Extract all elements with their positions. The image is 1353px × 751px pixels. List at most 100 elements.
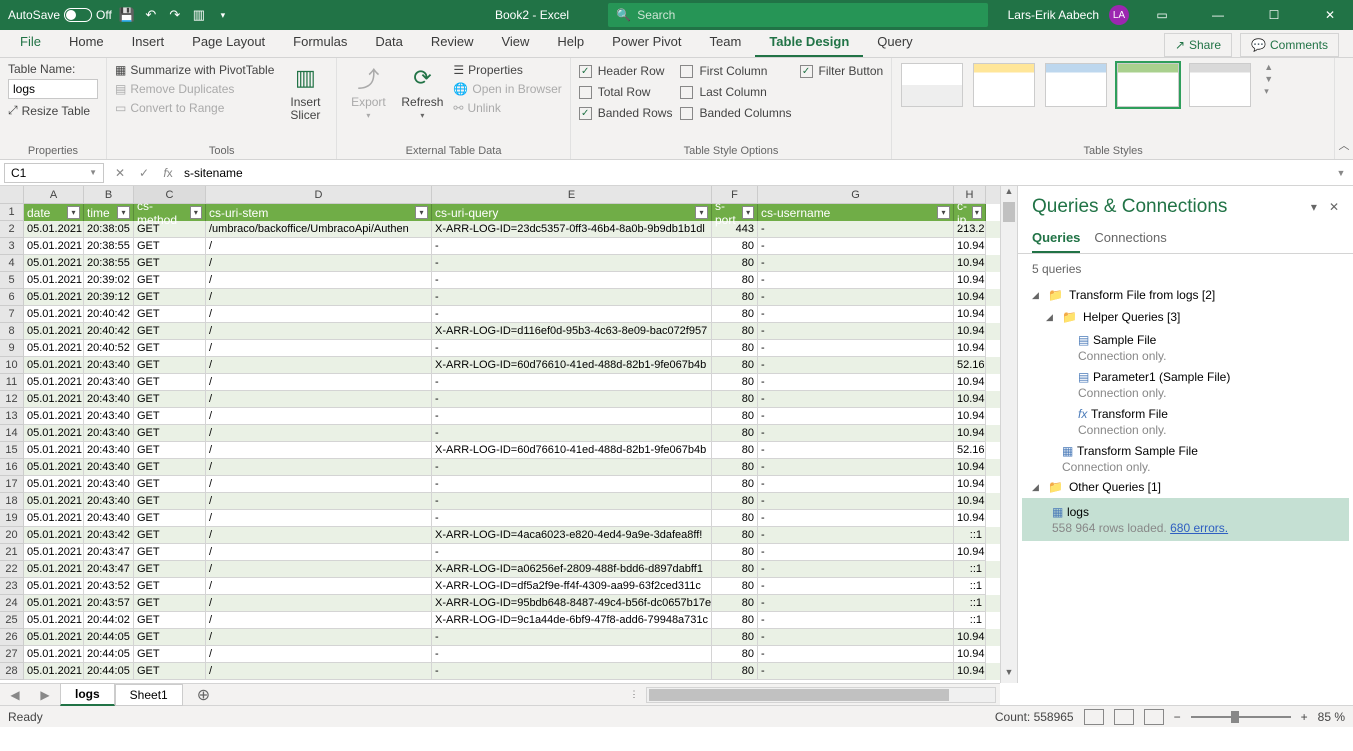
row-header[interactable]: 21	[0, 544, 24, 561]
cell[interactable]: 10.94	[954, 544, 986, 561]
cell[interactable]: 20:43:40	[84, 408, 134, 425]
cell[interactable]: -	[758, 459, 954, 476]
cell[interactable]: GET	[134, 493, 206, 510]
cell[interactable]: 05.01.2021	[24, 255, 84, 272]
cell[interactable]: -	[758, 340, 954, 357]
filter-icon[interactable]: ▾	[415, 206, 428, 219]
cell[interactable]: 80	[712, 663, 758, 680]
cell[interactable]: GET	[134, 629, 206, 646]
cell[interactable]: 10.94	[954, 323, 986, 340]
cell[interactable]: 20:43:40	[84, 476, 134, 493]
cell[interactable]: -	[758, 425, 954, 442]
cell[interactable]: -	[432, 391, 712, 408]
ribbon-tab-team[interactable]: Team	[696, 28, 756, 57]
cell[interactable]: 05.01.2021	[24, 544, 84, 561]
vertical-scrollbar[interactable]: ▲▼	[1000, 186, 1017, 683]
resize-table-button[interactable]: ⤢Resize Table	[8, 102, 98, 119]
cell[interactable]: -	[758, 544, 954, 561]
cell[interactable]: /	[206, 646, 432, 663]
ribbon-tab-query[interactable]: Query	[863, 28, 926, 57]
table-row[interactable]: 305.01.202120:38:55GET/-80-10.94	[0, 238, 1000, 255]
first-column-checkbox[interactable]: First Column	[680, 62, 791, 80]
cell[interactable]: 10.94	[954, 408, 986, 425]
cell[interactable]: 20:43:40	[84, 442, 134, 459]
filter-icon[interactable]: ▾	[117, 206, 130, 219]
ribbon-tab-table-design[interactable]: Table Design	[755, 28, 863, 57]
cell[interactable]: /	[206, 527, 432, 544]
filter-icon[interactable]: ▾	[67, 206, 80, 219]
cell[interactable]: 20:40:42	[84, 306, 134, 323]
cell[interactable]: -	[758, 578, 954, 595]
cell[interactable]: 05.01.2021	[24, 510, 84, 527]
row-header[interactable]: 14	[0, 425, 24, 442]
style-scroll-down-icon[interactable]: ▼	[1264, 74, 1273, 84]
page-break-view-icon[interactable]	[1144, 709, 1164, 725]
user-name[interactable]: Lars-Erik Aabech	[1008, 8, 1099, 22]
row-header[interactable]: 4	[0, 255, 24, 272]
table-row[interactable]: 1105.01.202120:43:40GET/-80-10.94	[0, 374, 1000, 391]
table-row[interactable]: 2105.01.202120:43:47GET/-80-10.94	[0, 544, 1000, 561]
cell[interactable]: 52.16	[954, 357, 986, 374]
cell[interactable]: /	[206, 323, 432, 340]
sheet-tab-logs[interactable]: logs	[60, 683, 115, 706]
total-row-checkbox[interactable]: Total Row	[579, 83, 673, 101]
cell[interactable]: /	[206, 289, 432, 306]
column-header[interactable]: B	[84, 186, 134, 204]
cell[interactable]: GET	[134, 272, 206, 289]
ribbon-display-icon[interactable]: ▭	[1139, 0, 1185, 30]
name-box[interactable]: C1▼	[4, 163, 104, 183]
cell[interactable]: 05.01.2021	[24, 663, 84, 680]
zoom-slider[interactable]	[1191, 716, 1291, 718]
cell[interactable]: GET	[134, 459, 206, 476]
table-name-input[interactable]	[8, 79, 98, 99]
row-header[interactable]: 22	[0, 561, 24, 578]
ribbon-tab-formulas[interactable]: Formulas	[279, 28, 361, 57]
ribbon-tab-view[interactable]: View	[487, 28, 543, 57]
cell[interactable]: -	[758, 323, 954, 340]
row-header[interactable]: 6	[0, 289, 24, 306]
row-header[interactable]: 9	[0, 340, 24, 357]
cell[interactable]: 05.01.2021	[24, 408, 84, 425]
cell[interactable]: 10.94	[954, 238, 986, 255]
undo-icon[interactable]: ↶	[142, 6, 160, 24]
cell[interactable]: /	[206, 255, 432, 272]
cell[interactable]: -	[432, 459, 712, 476]
row-header[interactable]: 11	[0, 374, 24, 391]
cell[interactable]: 20:43:42	[84, 527, 134, 544]
cell[interactable]: -	[758, 527, 954, 544]
row-header[interactable]: 8	[0, 323, 24, 340]
error-link[interactable]: 680 errors.	[1170, 521, 1228, 535]
cell[interactable]: 05.01.2021	[24, 289, 84, 306]
filter-icon[interactable]: ▾	[742, 206, 754, 219]
cell[interactable]: 80	[712, 544, 758, 561]
autosave-toggle[interactable]: AutoSave Off	[8, 8, 112, 22]
cell[interactable]: 20:44:05	[84, 646, 134, 663]
cell[interactable]: 20:43:40	[84, 357, 134, 374]
cell[interactable]: GET	[134, 476, 206, 493]
cell[interactable]: /	[206, 510, 432, 527]
table-row[interactable]: 2005.01.202120:43:42GET/X-ARR-LOG-ID=4ac…	[0, 527, 1000, 544]
share-button[interactable]: ↗Share	[1164, 33, 1232, 57]
cell[interactable]: X-ARR-LOG-ID=4aca6023-e820-4ed4-9a9e-3da…	[432, 527, 712, 544]
cell[interactable]: GET	[134, 357, 206, 374]
row-header[interactable]: 23	[0, 578, 24, 595]
cell[interactable]: 05.01.2021	[24, 425, 84, 442]
zoom-in-icon[interactable]: +	[1301, 710, 1308, 724]
cell[interactable]: GET	[134, 663, 206, 680]
row-header[interactable]: 2	[0, 221, 24, 238]
table-header-time[interactable]: time▾	[84, 204, 134, 221]
table-row[interactable]: 805.01.202120:40:42GET/X-ARR-LOG-ID=d116…	[0, 323, 1000, 340]
row-header[interactable]: 24	[0, 595, 24, 612]
cell[interactable]: -	[432, 306, 712, 323]
cell[interactable]: 20:39:12	[84, 289, 134, 306]
row-header[interactable]: 7	[0, 306, 24, 323]
cell[interactable]: ::1	[954, 612, 986, 629]
table-row[interactable]: 1605.01.202120:43:40GET/-80-10.94	[0, 459, 1000, 476]
table-row[interactable]: 2305.01.202120:43:52GET/X-ARR-LOG-ID=df5…	[0, 578, 1000, 595]
cell[interactable]: X-ARR-LOG-ID=df5a2f9e-ff4f-4309-aa99-63f…	[432, 578, 712, 595]
cell[interactable]: 05.01.2021	[24, 527, 84, 544]
cell[interactable]: GET	[134, 289, 206, 306]
cell[interactable]: -	[758, 221, 954, 238]
cell[interactable]: 20:44:02	[84, 612, 134, 629]
collapse-ribbon-icon[interactable]: ︿	[1335, 58, 1353, 159]
